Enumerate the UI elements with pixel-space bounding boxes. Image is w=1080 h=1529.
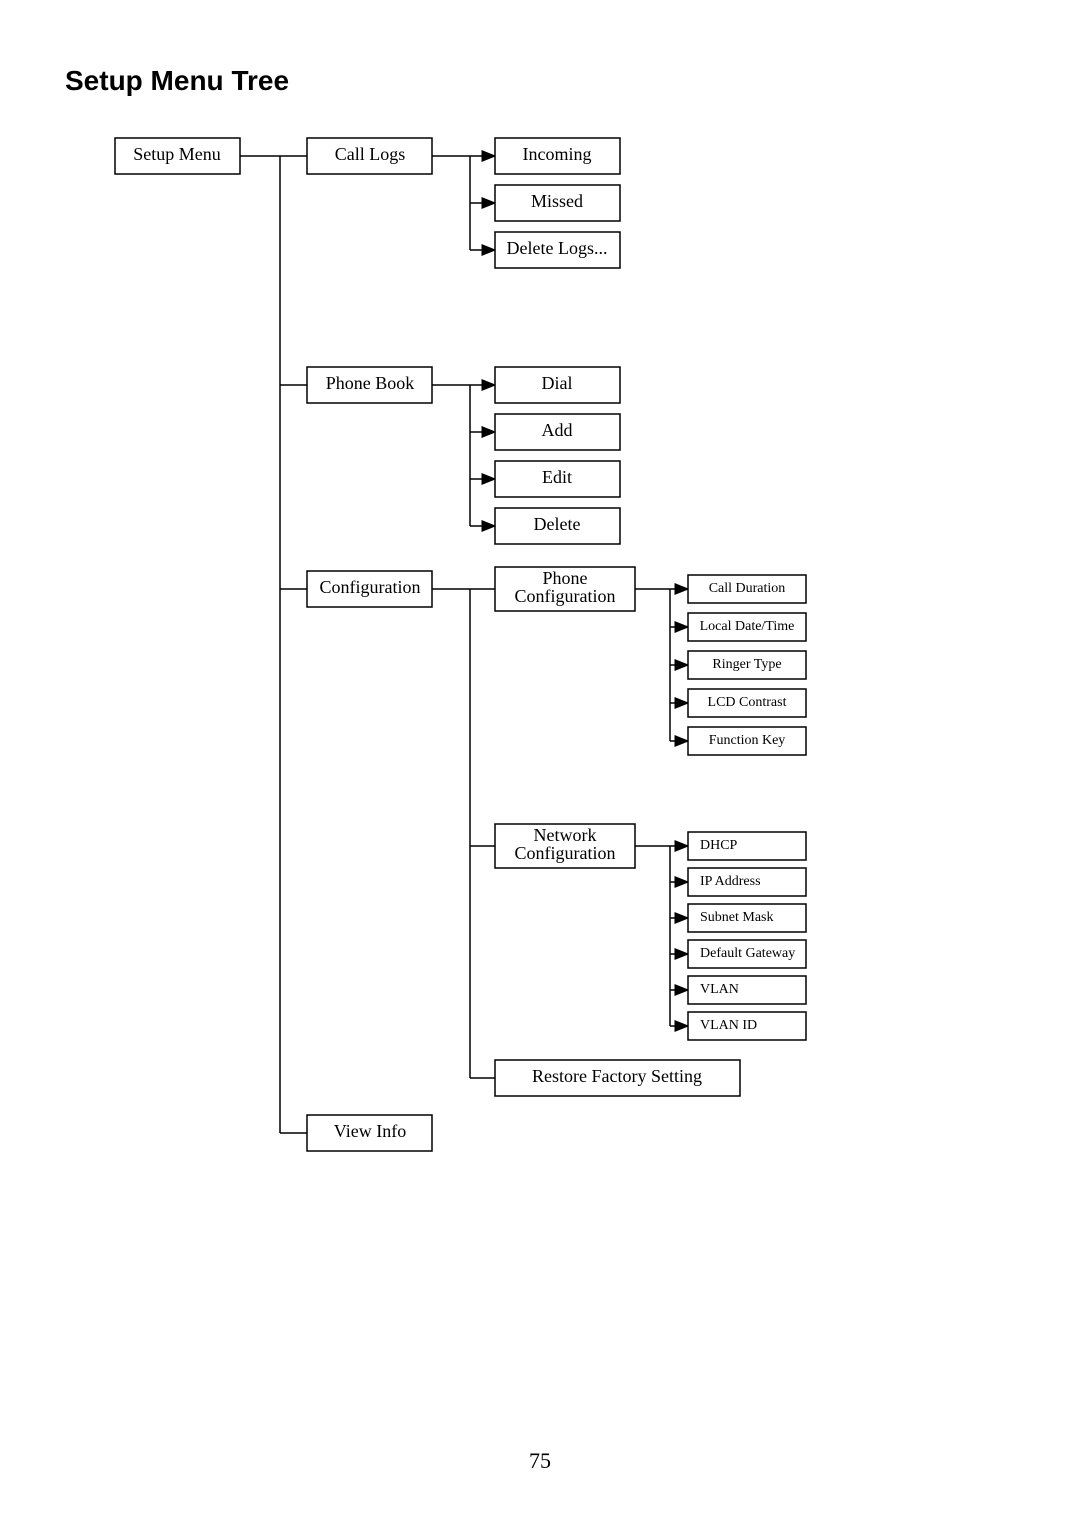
node-delete: Delete [534, 514, 581, 534]
node-call-duration: Call Duration [709, 581, 786, 596]
node-network-config-l1: Network [534, 825, 597, 845]
node-phone-book: Phone Book [326, 373, 415, 393]
node-delete-logs: Delete Logs... [507, 238, 608, 258]
node-lcd-contrast: LCD Contrast [708, 695, 787, 710]
node-configuration: Configuration [320, 577, 421, 597]
node-view-info: View Info [334, 1121, 406, 1141]
node-edit: Edit [542, 467, 572, 487]
node-setup-menu: Setup Menu [133, 144, 221, 164]
node-ip-address: IP Address [700, 874, 761, 889]
node-default-gateway: Default Gateway [700, 946, 795, 961]
node-local-date-time: Local Date/Time [700, 619, 795, 634]
node-ringer-type: Ringer Type [712, 657, 781, 672]
node-missed: Missed [531, 191, 583, 211]
node-vlan-id: VLAN ID [700, 1018, 757, 1033]
node-incoming: Incoming [523, 144, 592, 164]
node-vlan: VLAN [700, 982, 739, 997]
node-phone-config-l1: Phone [543, 568, 588, 588]
page-number: 75 [0, 1448, 1080, 1474]
node-function-key: Function Key [709, 733, 786, 748]
node-subnet-mask: Subnet Mask [700, 910, 774, 925]
node-restore-factory: Restore Factory Setting [532, 1066, 702, 1086]
node-dhcp: DHCP [700, 838, 738, 853]
node-network-config-l2: Configuration [515, 843, 616, 863]
node-phone-config-l2: Configuration [515, 586, 616, 606]
node-call-logs: Call Logs [335, 144, 406, 164]
node-add: Add [542, 420, 573, 440]
node-dial: Dial [542, 373, 573, 393]
menu-tree-diagram: Setup Menu Call Logs Incoming Missed Del… [0, 0, 1080, 1529]
